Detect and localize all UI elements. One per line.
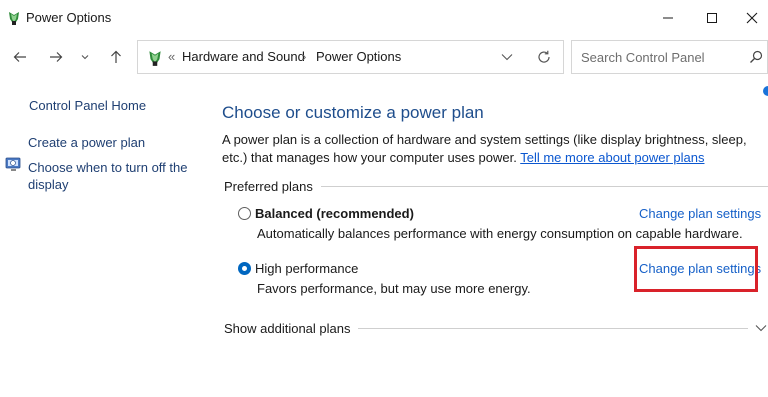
arrow-left-icon	[13, 52, 26, 62]
high-performance-plan-name[interactable]: High performance	[255, 261, 358, 276]
search-icon[interactable]	[749, 50, 763, 64]
breadcrumb-divider: ›	[302, 49, 307, 64]
highlight-box	[634, 246, 758, 292]
balanced-plan-description: Automatically balances performance with …	[257, 226, 743, 241]
breadcrumb-power-options[interactable]: Power Options	[316, 49, 401, 64]
minimize-button[interactable]	[646, 0, 690, 36]
title-bar: Power Options	[0, 0, 768, 36]
control-panel-home-link[interactable]: Control Panel Home	[29, 98, 146, 113]
address-bar[interactable]: « Hardware and Sound › Power Options	[137, 40, 564, 74]
arrow-up-icon	[111, 50, 121, 63]
create-power-plan-link[interactable]: Create a power plan	[28, 135, 145, 150]
balanced-radio[interactable]	[238, 207, 251, 220]
help-icon[interactable]	[763, 86, 768, 96]
high-performance-radio[interactable]	[238, 262, 251, 275]
chevron-down-icon	[81, 55, 89, 60]
minimize-icon	[663, 17, 673, 19]
forward-button[interactable]	[42, 42, 70, 72]
arrow-right-icon	[50, 52, 63, 62]
refresh-icon	[538, 50, 550, 63]
search-box[interactable]: Search Control Panel	[571, 40, 768, 74]
close-icon	[746, 12, 757, 24]
refresh-button[interactable]	[536, 49, 554, 67]
power-options-icon	[146, 49, 164, 67]
preferred-plans-label: Preferred plans	[224, 179, 321, 194]
expand-additional-plans-button[interactable]	[754, 321, 768, 335]
maximize-icon	[707, 13, 717, 23]
breadcrumb-overflow[interactable]: «	[168, 49, 175, 64]
recent-locations-button[interactable]	[72, 42, 98, 72]
balanced-plan-name[interactable]: Balanced (recommended)	[255, 206, 414, 221]
turn-off-display-link[interactable]: Choose when to turn off the display	[28, 159, 198, 193]
maximize-button[interactable]	[690, 0, 734, 36]
close-button[interactable]	[735, 0, 768, 36]
balanced-change-settings-link[interactable]: Change plan settings	[639, 206, 761, 221]
page-title: Choose or customize a power plan	[222, 103, 484, 122]
chevron-down-icon	[501, 54, 513, 61]
learn-more-link[interactable]: Tell me more about power plans	[520, 150, 704, 165]
monitor-clock-icon	[5, 156, 22, 173]
chevron-down-icon	[755, 325, 767, 332]
search-input[interactable]: Search Control Panel	[581, 50, 705, 65]
high-performance-plan-description: Favors performance, but may use more ene…	[257, 281, 531, 296]
address-history-button[interactable]	[500, 50, 516, 66]
page-description: A power plan is a collection of hardware…	[222, 131, 762, 167]
window-title: Power Options	[26, 10, 112, 25]
up-button[interactable]	[102, 42, 130, 72]
back-button[interactable]	[6, 42, 34, 72]
breadcrumb-hardware-and-sound[interactable]: Hardware and Sound	[182, 49, 305, 64]
power-options-app-icon	[6, 10, 22, 26]
show-additional-plans-toggle[interactable]: Show additional plans	[224, 321, 359, 336]
